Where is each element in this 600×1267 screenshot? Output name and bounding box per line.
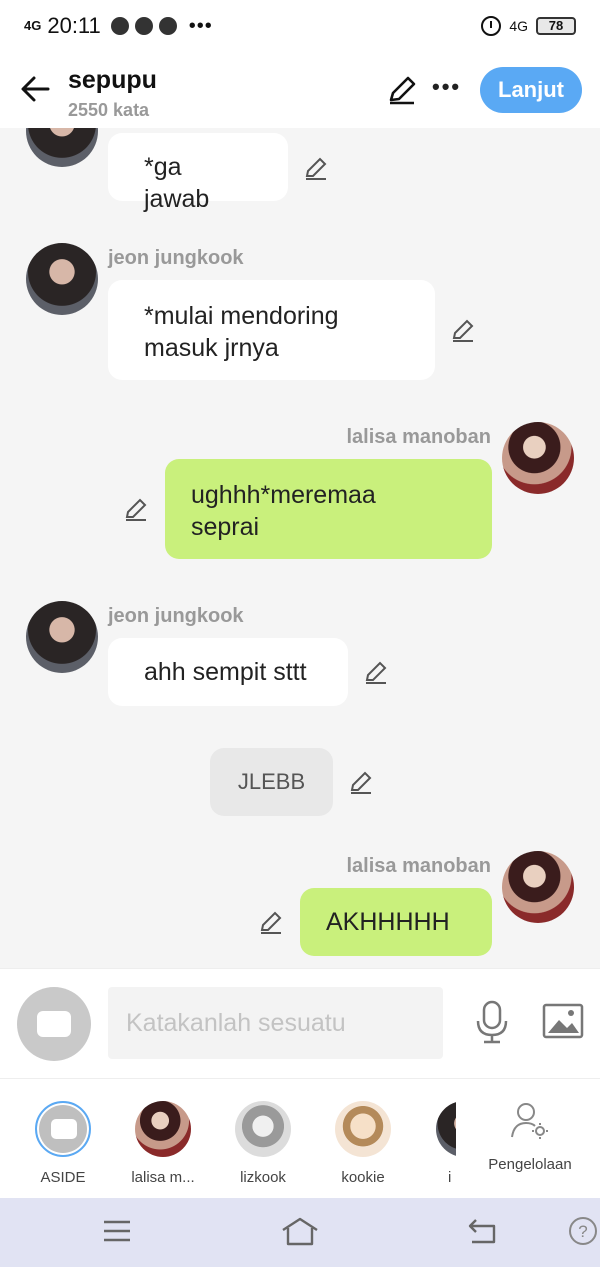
story-header: sepupu 2550 kata ••• Lanjut [0, 52, 600, 128]
character-label: kookie [341, 1169, 385, 1186]
sender-name: lalisa manoban [346, 855, 492, 877]
message-line: *mulai mendoring [144, 302, 339, 330]
more-notifications-icon: ••• [188, 14, 213, 37]
edit-message-icon[interactable] [450, 317, 476, 343]
avatar [135, 1101, 191, 1157]
whatsapp-icon [110, 17, 129, 35]
back-arrow-icon[interactable] [18, 72, 52, 106]
character-label: ASIDE [40, 1169, 86, 1186]
sender-name: jeon jungkook [108, 247, 244, 269]
signal-indicator: 4G [24, 18, 42, 33]
avatar-lalisa-manoban[interactable] [502, 851, 574, 923]
aside-mode-button[interactable] [17, 987, 91, 1061]
menu-icon[interactable] [102, 1216, 132, 1246]
message-bubble[interactable]: AKHHHHH [300, 888, 492, 956]
help-icon[interactable]: ? [568, 1216, 598, 1246]
avatar [335, 1101, 391, 1157]
system-nav-bar: ? [0, 1198, 600, 1267]
page-title: sepupu [68, 66, 157, 94]
input-bar [0, 968, 600, 1078]
avatar [235, 1101, 291, 1157]
message-line: seprai [191, 513, 260, 541]
next-button[interactable]: Lanjut [480, 67, 582, 113]
message-bubble[interactable]: ughhh*meremaa seprai [165, 459, 492, 559]
more-options-icon[interactable]: ••• [432, 74, 461, 100]
edit-message-icon[interactable] [348, 769, 374, 795]
avatar-lalisa-manoban[interactable] [502, 422, 574, 494]
character-lizkook[interactable]: lizkook [218, 1101, 308, 1186]
message-bubble[interactable]: *ga jawab [108, 133, 288, 213]
message-input[interactable] [108, 987, 443, 1059]
avatar-jeon-jungkook[interactable] [26, 128, 98, 167]
chat-area: *ga jawab jeon jungkook *mulai mendoring… [0, 128, 600, 968]
word-count: 2550 kata [68, 100, 150, 120]
alarm-icon [481, 16, 502, 36]
microphone-icon[interactable] [474, 999, 510, 1045]
narration-bubble[interactable]: JLEBB [210, 748, 333, 816]
twitter-icon [158, 17, 177, 35]
status-time: 20:11 [47, 13, 101, 38]
battery-indicator: 78 [536, 17, 576, 35]
character-lalisa[interactable]: lalisa m... [118, 1101, 208, 1186]
back-nav-icon[interactable] [466, 1216, 498, 1246]
sender-name: lalisa manoban [346, 426, 492, 448]
avatar [436, 1101, 456, 1157]
character-label: i [448, 1169, 452, 1186]
character-label: lalisa m... [131, 1169, 195, 1186]
message-icon [134, 17, 153, 35]
aside-icon [37, 1011, 71, 1037]
avatar-jeon-jungkook[interactable] [26, 243, 98, 315]
message-line: ughhh*meremaa [191, 481, 376, 509]
status-bar: 4G 20:11 ••• 4G 78 [0, 0, 600, 52]
edit-message-icon[interactable] [363, 659, 389, 685]
character-label: lizkook [240, 1169, 286, 1186]
manage-user-icon [511, 1103, 548, 1139]
character-aside[interactable]: ASIDE [18, 1101, 108, 1186]
sender-name: jeon jungkook [108, 605, 244, 627]
message-bubble[interactable]: ahh sempit sttt [108, 638, 348, 706]
management-label: Pengelolaan [488, 1156, 572, 1173]
message-bubble[interactable]: *mulai mendoring masuk jrnya [108, 280, 435, 380]
avatar-jeon-jungkook[interactable] [26, 601, 98, 673]
image-icon[interactable] [542, 1003, 584, 1039]
character-management[interactable]: Pengelolaan [470, 1101, 590, 1173]
message-line: masuk jrnya [144, 334, 279, 362]
edit-message-icon[interactable] [303, 155, 329, 181]
edit-title-icon[interactable] [386, 74, 418, 106]
character-partial[interactable]: i [418, 1101, 456, 1186]
svg-text:?: ? [578, 1222, 587, 1241]
network-indicator: 4G [509, 18, 528, 34]
character-kookie[interactable]: kookie [318, 1101, 408, 1186]
aside-avatar-icon [35, 1101, 91, 1157]
edit-message-icon[interactable] [258, 909, 284, 935]
edit-message-icon[interactable] [123, 496, 149, 522]
character-selector: ASIDE lalisa m... lizkook kookie i Penge… [0, 1078, 600, 1198]
home-icon[interactable] [280, 1216, 320, 1248]
